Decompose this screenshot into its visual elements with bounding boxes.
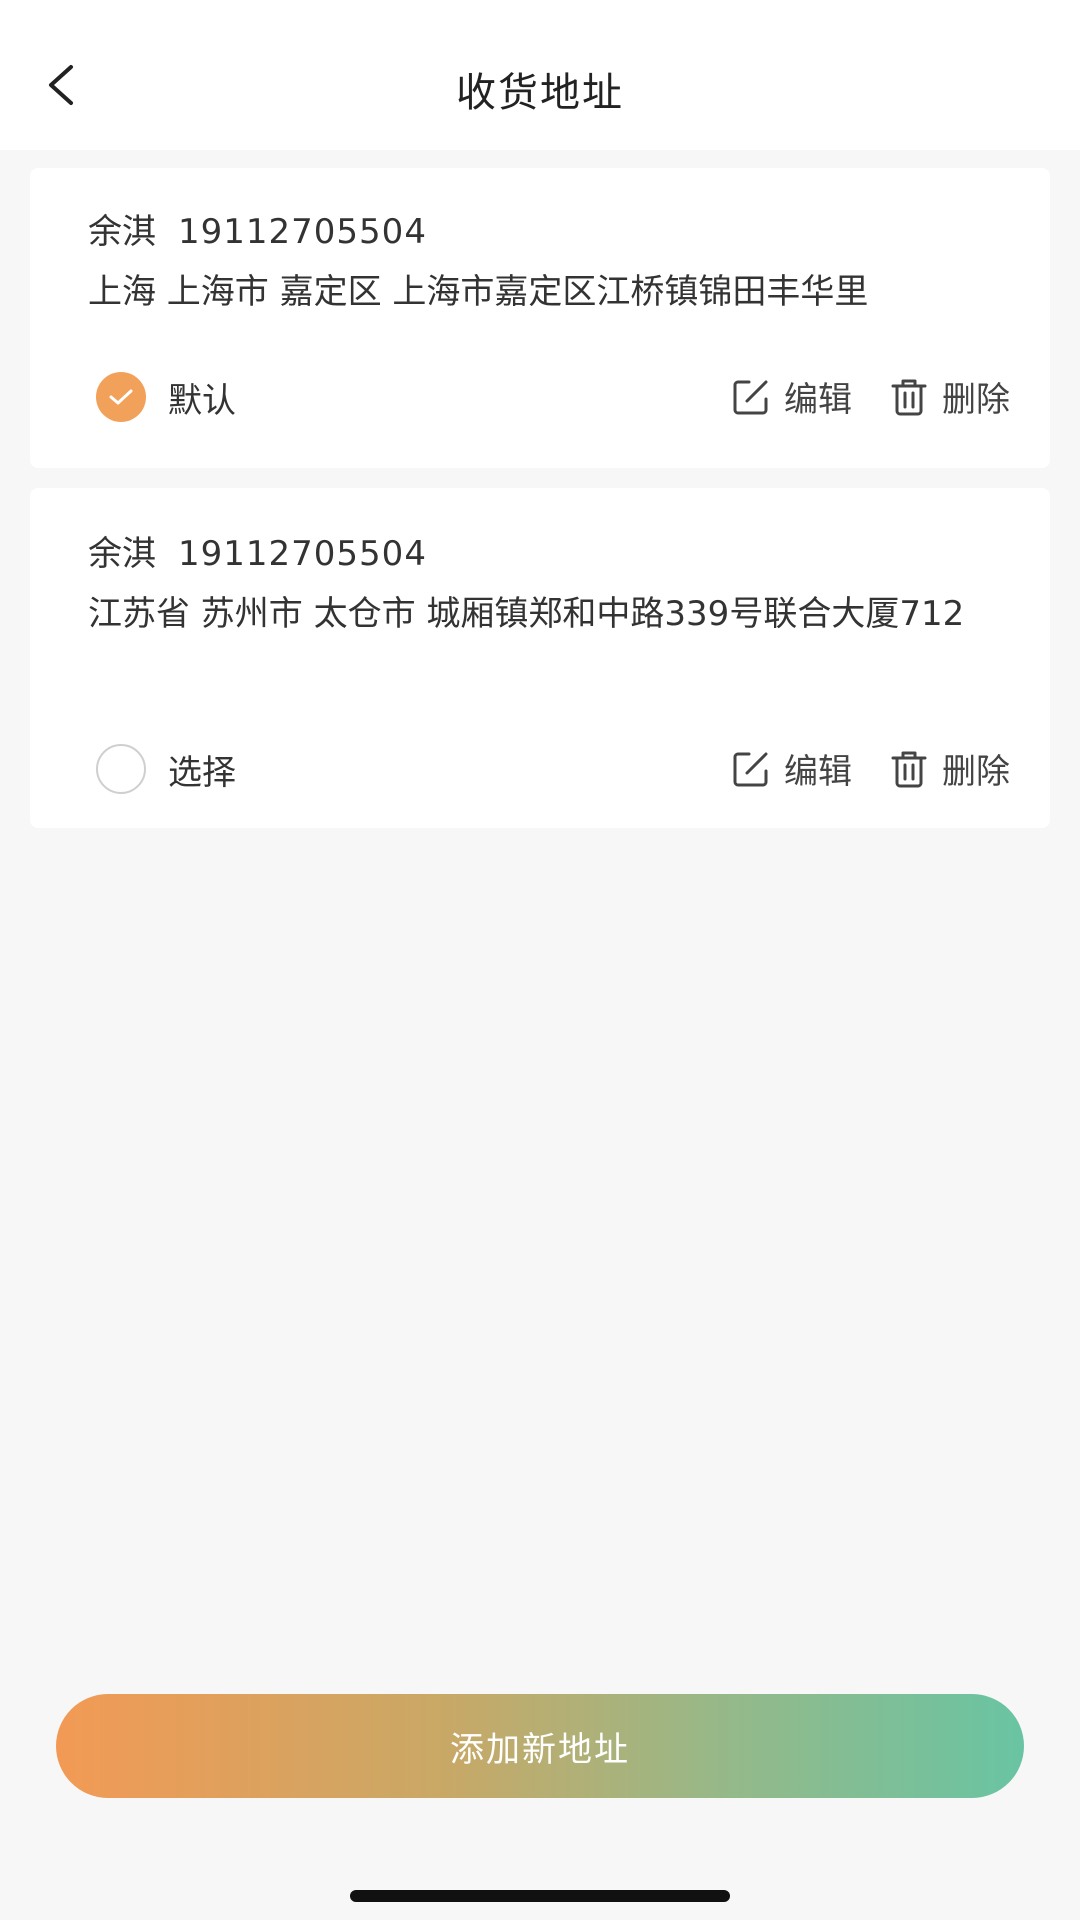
add-address-button[interactable]: 添加新地址 bbox=[56, 1694, 1024, 1798]
delete-label: 删除 bbox=[942, 380, 1010, 420]
address-card[interactable]: 余淇 19112705504 江苏省 苏州市 太仓市 城厢镇郑和中路339号联合大… bbox=[30, 488, 1050, 828]
default-label: 默认 bbox=[168, 380, 236, 421]
check-icon[interactable] bbox=[96, 372, 146, 422]
address-card[interactable]: 余淇 19112705504 上海 上海市 嘉定区 上海市嘉定区江桥镇锦田丰华里 … bbox=[30, 168, 1050, 468]
header: 收货地址 bbox=[0, 0, 1080, 150]
edit-icon bbox=[730, 376, 772, 418]
trash-icon bbox=[888, 748, 930, 790]
contact-line: 余淇 19112705504 bbox=[88, 204, 427, 253]
edit-button[interactable]: 编辑 bbox=[730, 372, 852, 421]
select-label: 选择 bbox=[168, 752, 236, 793]
radio-empty-icon[interactable] bbox=[96, 744, 146, 794]
trash-icon bbox=[888, 376, 930, 418]
address-text: 上海 上海市 嘉定区 上海市嘉定区江桥镇锦田丰华里 bbox=[88, 272, 869, 312]
delete-button[interactable]: 删除 bbox=[888, 372, 1010, 421]
card-actions: 编辑 删除 bbox=[730, 372, 1010, 421]
add-address-label: 添加新地址 bbox=[450, 1729, 630, 1770]
select-radio[interactable]: 选择 bbox=[96, 744, 236, 794]
contact-name: 余淇 bbox=[88, 534, 156, 574]
edit-label: 编辑 bbox=[784, 752, 852, 792]
card-actions: 编辑 删除 bbox=[730, 744, 1010, 793]
delete-label: 删除 bbox=[942, 752, 1010, 792]
edit-icon bbox=[730, 748, 772, 790]
delete-button[interactable]: 删除 bbox=[888, 744, 1010, 793]
contact-name: 余淇 bbox=[88, 212, 156, 252]
page-title: 收货地址 bbox=[456, 70, 624, 116]
home-indicator[interactable] bbox=[350, 1890, 730, 1902]
contact-line: 余淇 19112705504 bbox=[88, 526, 427, 575]
contact-phone: 19112705504 bbox=[178, 212, 427, 252]
address-page: 收货地址 余淇 19112705504 上海 上海市 嘉定区 上海市嘉定区江桥镇锦… bbox=[0, 0, 1080, 1920]
edit-button[interactable]: 编辑 bbox=[730, 744, 852, 793]
address-text: 江苏省 苏州市 太仓市 城厢镇郑和中路339号联合大厦712 bbox=[88, 594, 965, 634]
edit-label: 编辑 bbox=[784, 380, 852, 420]
contact-phone: 19112705504 bbox=[178, 534, 427, 574]
default-radio[interactable]: 默认 bbox=[96, 372, 236, 422]
